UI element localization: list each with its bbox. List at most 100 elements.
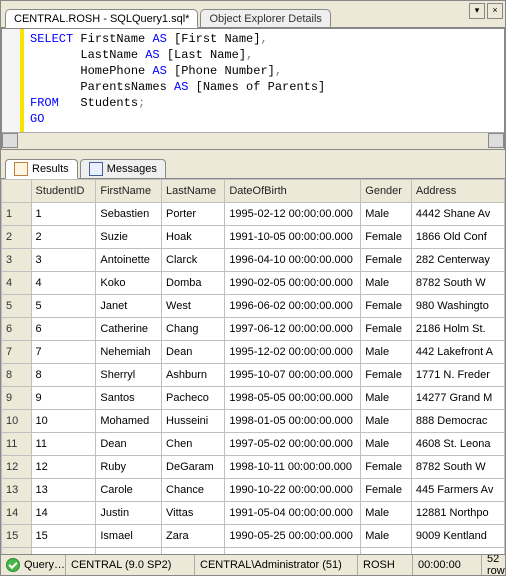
editor-horizontal-scrollbar[interactable] <box>2 132 504 149</box>
cell-studentid[interactable]: 10 <box>31 410 96 433</box>
cell-studentid[interactable]: 15 <box>31 525 96 548</box>
cell-lastname[interactable]: Hoak <box>162 226 225 249</box>
table-row[interactable]: 55JanetWest1996-06-02 00:00:00.000Female… <box>2 295 505 318</box>
cell-lastname[interactable]: Clarck <box>162 249 225 272</box>
col-header-gender[interactable]: Gender <box>361 180 412 203</box>
cell-studentid[interactable]: 1 <box>31 203 96 226</box>
row-number-cell[interactable]: 14 <box>2 502 32 525</box>
row-number-cell[interactable]: 2 <box>2 226 32 249</box>
cell-lastname[interactable]: Ashburn <box>162 364 225 387</box>
table-row[interactable]: 1414JustinVittas1991-05-04 00:00:00.000M… <box>2 502 505 525</box>
col-header-firstname[interactable]: FirstName <box>96 180 162 203</box>
cell-lastname[interactable]: Husseini <box>162 410 225 433</box>
table-row[interactable]: 11SebastienPorter1995-02-12 00:00:00.000… <box>2 203 505 226</box>
cell-firstname[interactable]: Anselme <box>96 548 162 555</box>
cell-gender[interactable]: Male <box>361 341 412 364</box>
cell-address[interactable]: 8782 South W <box>411 272 504 295</box>
cell-address[interactable]: 445 Farmers Av <box>411 479 504 502</box>
tab-list-dropdown-icon[interactable]: ▾ <box>469 3 485 19</box>
cell-address[interactable]: 4442 Shane Av <box>411 203 504 226</box>
cell-firstname[interactable]: Mohamed <box>96 410 162 433</box>
cell-address[interactable]: 1771 N. Freder <box>411 364 504 387</box>
cell-studentid[interactable]: 6 <box>31 318 96 341</box>
cell-firstname[interactable]: Sherryl <box>96 364 162 387</box>
cell-lastname[interactable]: Porter <box>162 203 225 226</box>
row-number-cell[interactable]: 16 <box>2 548 32 555</box>
cell-studentid[interactable]: 11 <box>31 433 96 456</box>
cell-gender[interactable]: Male <box>361 548 412 555</box>
row-number-cell[interactable]: 7 <box>2 341 32 364</box>
table-row[interactable]: 77NehemiahDean1995-12-02 00:00:00.000Mal… <box>2 341 505 364</box>
cell-firstname[interactable]: Justin <box>96 502 162 525</box>
table-row[interactable]: 1010MohamedHusseini1998-01-05 00:00:00.0… <box>2 410 505 433</box>
tab-object-explorer-details[interactable]: Object Explorer Details <box>200 9 331 27</box>
cell-address[interactable]: 8782 South W <box>411 456 504 479</box>
row-number-cell[interactable]: 12 <box>2 456 32 479</box>
cell-studentid[interactable]: 3 <box>31 249 96 272</box>
cell-gender[interactable]: Female <box>361 456 412 479</box>
cell-firstname[interactable]: Suzie <box>96 226 162 249</box>
cell-lastname[interactable]: Pacheco <box>162 387 225 410</box>
cell-firstname[interactable]: Sebastien <box>96 203 162 226</box>
cell-address[interactable]: 282 Centerway <box>411 249 504 272</box>
cell-address[interactable]: 888 Democrac <box>411 410 504 433</box>
table-row[interactable]: 44KokoDomba1990-02-05 00:00:00.000Male87… <box>2 272 505 295</box>
cell-dateofbirth[interactable]: 1990-10-22 00:00:00.000 <box>225 479 361 502</box>
cell-lastname[interactable]: Dean <box>162 341 225 364</box>
cell-address[interactable]: 14277 Grand M <box>411 387 504 410</box>
cell-firstname[interactable]: Ruby <box>96 456 162 479</box>
cell-address[interactable]: 1872 Hunters D <box>411 548 504 555</box>
cell-address[interactable]: 9009 Kentland <box>411 525 504 548</box>
table-row[interactable]: 1212RubyDeGaram1998-10-11 00:00:00.000Fe… <box>2 456 505 479</box>
col-header-dateofbirth[interactable]: DateOfBirth <box>225 180 361 203</box>
cell-address[interactable]: 4608 St. Leona <box>411 433 504 456</box>
cell-lastname[interactable]: Vittas <box>162 502 225 525</box>
col-header-lastname[interactable]: LastName <box>162 180 225 203</box>
cell-studentid[interactable]: 14 <box>31 502 96 525</box>
cell-dateofbirth[interactable]: 1998-05-05 00:00:00.000 <box>225 387 361 410</box>
cell-lastname[interactable]: Chance <box>162 479 225 502</box>
cell-studentid[interactable]: 2 <box>31 226 96 249</box>
cell-studentid[interactable]: 13 <box>31 479 96 502</box>
cell-dateofbirth[interactable]: 1998-10-11 00:00:00.000 <box>225 456 361 479</box>
cell-lastname[interactable]: West <box>162 295 225 318</box>
sql-editor[interactable]: SELECT FirstName AS [First Name], LastNa… <box>1 28 505 150</box>
row-number-cell[interactable]: 6 <box>2 318 32 341</box>
cell-gender[interactable]: Female <box>361 226 412 249</box>
row-number-cell[interactable]: 3 <box>2 249 32 272</box>
row-selector-header[interactable] <box>2 180 32 203</box>
cell-firstname[interactable]: Santos <box>96 387 162 410</box>
cell-dateofbirth[interactable]: 1995-10-07 00:00:00.000 <box>225 364 361 387</box>
row-number-cell[interactable]: 5 <box>2 295 32 318</box>
cell-dateofbirth[interactable]: 1990-07-23 00:00:00.000 <box>225 548 361 555</box>
tab-results[interactable]: Results <box>5 159 78 179</box>
cell-dateofbirth[interactable]: 1998-01-05 00:00:00.000 <box>225 410 361 433</box>
cell-gender[interactable]: Male <box>361 410 412 433</box>
cell-dateofbirth[interactable]: 1991-05-04 00:00:00.000 <box>225 502 361 525</box>
row-number-cell[interactable]: 11 <box>2 433 32 456</box>
cell-lastname[interactable]: Chang <box>162 318 225 341</box>
row-number-cell[interactable]: 9 <box>2 387 32 410</box>
cell-gender[interactable]: Female <box>361 249 412 272</box>
cell-lastname[interactable]: Domba <box>162 272 225 295</box>
cell-firstname[interactable]: Janet <box>96 295 162 318</box>
cell-firstname[interactable]: Ismael <box>96 525 162 548</box>
cell-studentid[interactable]: 7 <box>31 341 96 364</box>
table-row[interactable]: 88SherrylAshburn1995-10-07 00:00:00.000F… <box>2 364 505 387</box>
row-number-cell[interactable]: 8 <box>2 364 32 387</box>
cell-address[interactable]: 980 Washingto <box>411 295 504 318</box>
col-header-studentid[interactable]: StudentID <box>31 180 96 203</box>
cell-studentid[interactable]: 5 <box>31 295 96 318</box>
cell-gender[interactable]: Male <box>361 433 412 456</box>
cell-dateofbirth[interactable]: 1996-04-10 00:00:00.000 <box>225 249 361 272</box>
cell-dateofbirth[interactable]: 1991-10-05 00:00:00.000 <box>225 226 361 249</box>
cell-dateofbirth[interactable]: 1995-02-12 00:00:00.000 <box>225 203 361 226</box>
table-row[interactable]: 1616AnselmeWaters1990-07-23 00:00:00.000… <box>2 548 505 555</box>
cell-studentid[interactable]: 16 <box>31 548 96 555</box>
results-grid-scroll[interactable]: StudentID FirstName LastName DateOfBirth… <box>1 179 505 554</box>
col-header-address[interactable]: Address <box>411 180 504 203</box>
table-row[interactable]: 1313CaroleChance1990-10-22 00:00:00.000F… <box>2 479 505 502</box>
table-row[interactable]: 1515IsmaelZara1990-05-25 00:00:00.000Mal… <box>2 525 505 548</box>
cell-dateofbirth[interactable]: 1996-06-02 00:00:00.000 <box>225 295 361 318</box>
close-icon[interactable]: × <box>487 3 503 19</box>
